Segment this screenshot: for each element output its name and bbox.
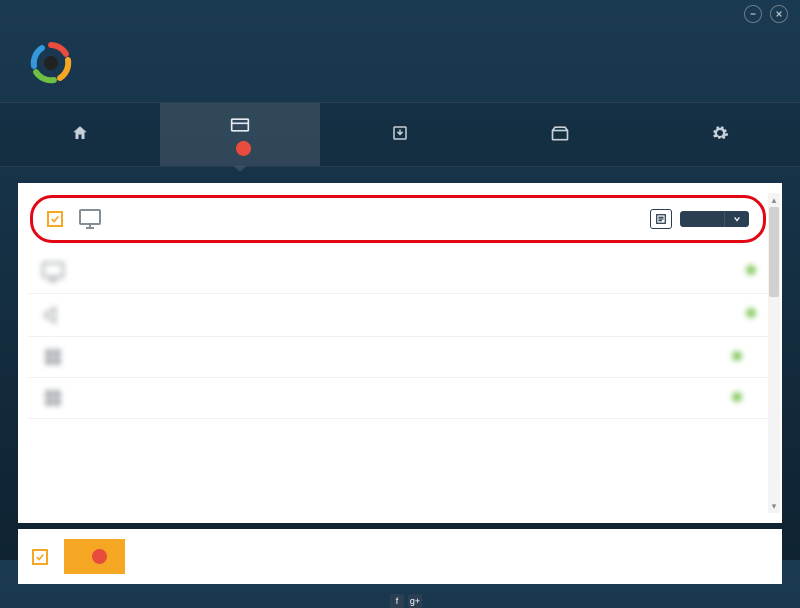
status-dot-icon — [732, 392, 742, 402]
driver-details-button[interactable] — [650, 209, 672, 229]
updates-icon — [230, 115, 250, 135]
driver-list-panel: ▴ ▾ — [18, 183, 782, 523]
close-button[interactable] — [770, 5, 788, 23]
titlebar — [0, 0, 800, 28]
download-install-button[interactable] — [64, 539, 125, 574]
social-links: f g+ — [390, 594, 422, 608]
speaker-icon — [40, 304, 66, 326]
windows-icon — [40, 388, 66, 408]
backup-icon — [391, 123, 409, 143]
scroll-up-button[interactable]: ▴ — [768, 193, 780, 207]
driver-checkbox[interactable] — [47, 211, 63, 227]
windows-icon — [40, 347, 66, 367]
nav-settings[interactable] — [640, 103, 800, 166]
home-icon — [71, 123, 89, 143]
main-nav — [0, 102, 800, 167]
facebook-icon[interactable]: f — [390, 594, 404, 608]
google-plus-icon[interactable]: g+ — [408, 594, 422, 608]
nav-driver-updates[interactable] — [160, 103, 320, 166]
update-button[interactable] — [680, 211, 724, 227]
footer-action-bar — [18, 529, 782, 584]
minimize-button[interactable] — [744, 5, 762, 23]
driver-row-highlighted[interactable] — [30, 195, 766, 243]
brand-header — [0, 28, 800, 94]
nav-restore[interactable] — [480, 103, 640, 166]
select-all-checkbox[interactable] — [32, 549, 48, 565]
monitor-icon — [77, 208, 103, 230]
updates-count-badge — [236, 141, 251, 156]
status-dot-icon — [746, 308, 756, 318]
update-split-button — [680, 211, 749, 227]
gear-icon — [711, 123, 729, 143]
status-dot-icon — [746, 265, 756, 275]
monitor-icon — [40, 261, 66, 283]
status-dot-icon — [732, 351, 742, 361]
driver-row[interactable] — [28, 378, 768, 419]
download-count-badge — [92, 549, 107, 564]
scrollbar[interactable]: ▴ ▾ — [768, 193, 780, 513]
scroll-down-button[interactable]: ▾ — [768, 499, 780, 513]
update-dropdown-button[interactable] — [724, 211, 749, 227]
app-logo-icon — [30, 42, 72, 84]
driver-row[interactable] — [28, 251, 768, 294]
driver-row[interactable] — [28, 294, 768, 337]
bottom-bar: f g+ — [0, 584, 800, 608]
driver-row[interactable] — [28, 337, 768, 378]
restore-icon — [550, 123, 570, 143]
nav-backup[interactable] — [320, 103, 480, 166]
scroll-thumb[interactable] — [769, 207, 779, 297]
nav-home[interactable] — [0, 103, 160, 166]
